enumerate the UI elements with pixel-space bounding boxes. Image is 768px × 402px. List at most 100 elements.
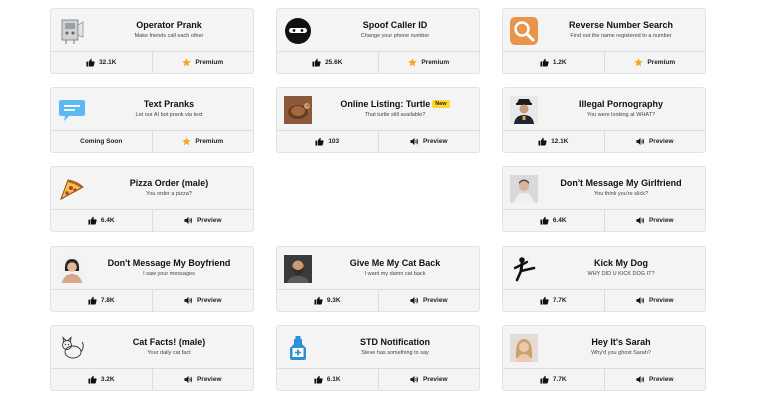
- like-count: 32.1K: [99, 59, 117, 66]
- preview-label: Preview: [648, 376, 674, 383]
- card-subtitle: I saw your messages: [143, 271, 195, 277]
- card-title: Don't Message My Girlfriend: [560, 178, 682, 188]
- prank-card-illegal-pornography[interactable]: Illegal Pornography You were looking at …: [502, 87, 706, 153]
- masked-face-icon: [284, 17, 312, 45]
- pizza-slice-icon: [58, 175, 86, 203]
- premium-button[interactable]: Premium: [603, 52, 706, 73]
- card-title: Reverse Number Search: [568, 20, 674, 30]
- card-subtitle: You think you're slick?: [593, 191, 649, 197]
- like-button[interactable]: 6.1K: [277, 369, 378, 390]
- like-button[interactable]: 7.7K: [503, 290, 604, 311]
- thumbs-up-icon: [540, 58, 549, 67]
- card-subtitle: Why'd you ghost Sarah?: [591, 350, 651, 356]
- card-title: Operator Prank: [136, 20, 202, 30]
- coming-soon-text: Coming Soon: [80, 138, 123, 145]
- prank-card-kick-my-dog[interactable]: Kick My Dog WHY DID U KICK DOG IT? 7.7K …: [502, 246, 706, 312]
- preview-button[interactable]: Preview: [603, 210, 706, 231]
- speaker-icon: [636, 296, 645, 305]
- coming-soon-label: Coming Soon: [51, 131, 152, 152]
- like-button[interactable]: 103: [277, 131, 378, 152]
- prank-card-spoof-caller-id[interactable]: Spoof Caller ID Change your phone number…: [276, 8, 480, 74]
- like-button[interactable]: 6.4K: [51, 210, 152, 231]
- like-button[interactable]: 7.8K: [51, 290, 152, 311]
- card-title: Cat Facts! (male): [132, 337, 206, 347]
- star-icon: [182, 137, 192, 146]
- prank-card-dont-message-my-girlfriend[interactable]: Don't Message My Girlfriend You think yo…: [502, 166, 706, 232]
- magnifier-icon: [510, 17, 538, 45]
- thumbs-up-icon: [314, 296, 323, 305]
- thumbs-up-icon: [86, 58, 95, 67]
- card-title: Don't Message My Boyfriend: [107, 258, 231, 268]
- thumbs-up-icon: [88, 296, 97, 305]
- like-button[interactable]: 3.2K: [51, 369, 152, 390]
- prank-card-text-pranks[interactable]: Text Pranks Let our AI bot prank via tex…: [50, 87, 254, 153]
- prank-card-reverse-number-search[interactable]: Reverse Number Search Find out the name …: [502, 8, 706, 74]
- card-subtitle: Change your phone number: [360, 33, 430, 39]
- preview-button[interactable]: Preview: [377, 369, 480, 390]
- card-title: STD Notification: [360, 337, 430, 347]
- premium-label: Premium: [647, 59, 676, 66]
- card-subtitle: Your daily cat fact: [147, 350, 191, 356]
- preview-button[interactable]: Preview: [151, 290, 254, 311]
- preview-button[interactable]: Preview: [603, 131, 706, 152]
- prank-card-dont-message-my-boyfriend[interactable]: Don't Message My Boyfriend I saw your me…: [50, 246, 254, 312]
- card-title: Give Me My Cat Back: [349, 258, 441, 268]
- speaker-icon: [636, 137, 645, 146]
- like-count: 3.2K: [100, 376, 115, 383]
- preview-label: Preview: [196, 297, 222, 304]
- prank-card-online-listing-turtle[interactable]: Online Listing: Turtle New That turtle st…: [276, 87, 480, 153]
- speaker-icon: [410, 375, 419, 384]
- like-button[interactable]: 32.1K: [51, 52, 152, 73]
- card-subtitle: That turtle still available?: [364, 112, 426, 118]
- like-button[interactable]: 7.7K: [503, 369, 604, 390]
- prank-card-std-notification[interactable]: STD Notification Steve has something to …: [276, 325, 480, 391]
- like-count: 7.7K: [552, 297, 567, 304]
- prank-card-give-me-my-cat-back[interactable]: Give Me My Cat Back I want my damn cat b…: [276, 246, 480, 312]
- operator-robot-image: [58, 17, 86, 45]
- premium-button[interactable]: Premium: [151, 131, 254, 152]
- preview-button[interactable]: Preview: [377, 290, 480, 311]
- card-title: Online Listing: Turtle New: [315, 99, 475, 109]
- preview-label: Preview: [196, 376, 222, 383]
- preview-label: Preview: [648, 138, 674, 145]
- star-icon: [408, 58, 418, 67]
- speaker-icon: [410, 296, 419, 305]
- like-count: 25.6K: [325, 59, 343, 66]
- prank-card-cat-facts[interactable]: Cat Facts! (male) Your daily cat fact 3.…: [50, 325, 254, 391]
- thumbs-up-icon: [538, 137, 547, 146]
- like-button[interactable]: 6.4K: [503, 210, 604, 231]
- like-count: 103: [328, 138, 340, 145]
- thumbs-up-icon: [312, 58, 321, 67]
- preview-label: Preview: [422, 376, 448, 383]
- premium-button[interactable]: Premium: [151, 52, 254, 73]
- like-count: 9.3K: [326, 297, 341, 304]
- like-button[interactable]: 1.2K: [503, 52, 604, 73]
- preview-button[interactable]: Preview: [377, 131, 480, 152]
- speaker-icon: [184, 216, 193, 225]
- prank-card-operator[interactable]: Operator Prank Make friends call each ot…: [50, 8, 254, 74]
- card-subtitle: WHY DID U KICK DOG IT?: [587, 271, 655, 277]
- preview-button[interactable]: Preview: [603, 290, 706, 311]
- card-subtitle: I want my damn cat back: [364, 271, 426, 277]
- prank-card-pizza-order[interactable]: Pizza Order (male) You order a pizza? 6.…: [50, 166, 254, 232]
- prank-card-hey-its-sarah[interactable]: Hey It's Sarah Why'd you ghost Sarah? 7.…: [502, 325, 706, 391]
- preview-button[interactable]: Preview: [603, 369, 706, 390]
- preview-button[interactable]: Preview: [151, 210, 254, 231]
- card-subtitle: You order a pizza?: [146, 191, 192, 197]
- premium-button[interactable]: Premium: [377, 52, 480, 73]
- star-icon: [634, 58, 644, 67]
- premium-label: Premium: [195, 59, 224, 66]
- card-title: Hey It's Sarah: [591, 337, 651, 347]
- like-button[interactable]: 9.3K: [277, 290, 378, 311]
- cat-sketch-icon: [58, 334, 86, 362]
- thumbs-up-icon: [315, 137, 324, 146]
- thumbs-up-icon: [88, 216, 97, 225]
- like-button[interactable]: 25.6K: [277, 52, 378, 73]
- card-title: Pizza Order (male): [129, 178, 209, 188]
- preview-button[interactable]: Preview: [151, 369, 254, 390]
- like-count: 6.1K: [326, 376, 341, 383]
- speaker-icon: [410, 137, 419, 146]
- thumbs-up-icon: [540, 375, 549, 384]
- card-title: Text Pranks: [143, 99, 195, 109]
- like-button[interactable]: 12.1K: [503, 131, 604, 152]
